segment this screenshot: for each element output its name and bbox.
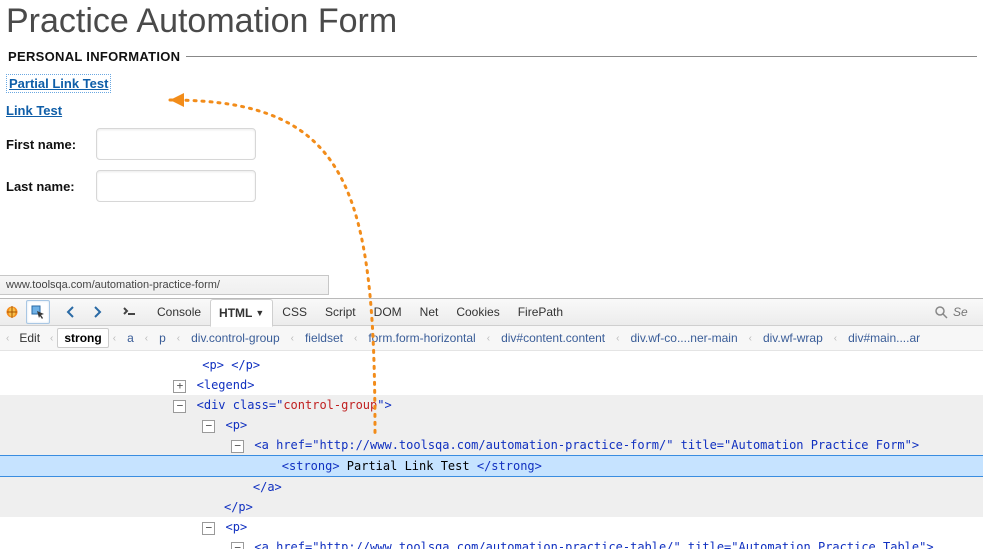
search-icon [935,306,948,319]
breadcrumb-item-a[interactable]: a [120,328,141,348]
tab-cookies[interactable]: Cookies [447,298,508,326]
expand-icon[interactable]: + [173,380,186,393]
legend: PERSONAL INFORMATION [6,49,186,64]
page-title: Practice Automation Form [6,2,977,41]
tab-net[interactable]: Net [411,298,448,326]
breadcrumb-item-main[interactable]: div#main....ar [841,328,927,348]
chevron-left-icon[interactable]: ‹ [6,333,9,344]
dropdown-icon: ▼ [255,308,264,318]
search-input[interactable] [951,304,977,320]
tree-row[interactable]: − <p> [0,415,983,435]
chevron-left-icon: ‹ [487,333,490,344]
link-test-link[interactable]: Link Test [6,103,62,118]
tree-row[interactable]: + <legend> [0,375,983,395]
breadcrumb-item-div-cg[interactable]: div.control-group [184,328,287,348]
chevron-left-icon: ‹ [113,333,116,344]
chevron-left-icon: ‹ [50,333,53,344]
breadcrumb-item-wf-wrap[interactable]: div.wf-wrap [756,328,830,348]
breadcrumb-item-strong[interactable]: strong [57,328,108,348]
breadcrumb-item-form[interactable]: form.form-horizontal [361,328,482,348]
chevron-left-icon: ‹ [354,333,357,344]
last-name-input[interactable] [96,170,256,202]
tree-row[interactable]: − <p> [0,517,983,537]
chevron-left-icon: ‹ [291,333,294,344]
tab-html[interactable]: HTML▼ [210,299,273,327]
breadcrumb-item-p[interactable]: p [152,328,173,348]
tab-dom[interactable]: DOM [365,298,411,326]
first-name-label: First name: [6,137,88,152]
inspect-icon[interactable] [26,300,50,324]
devtools-panel: Console HTML▼ CSS Script DOM Net Cookies… [0,298,983,549]
firebug-icon[interactable] [0,300,24,324]
nav-forward-icon[interactable] [85,300,109,324]
chevron-left-icon: ‹ [177,333,180,344]
console-prompt-icon[interactable] [118,300,142,324]
breadcrumb-item-content[interactable]: div#content.content [494,328,612,348]
tree-row-selected[interactable]: <strong> Partial Link Test </strong> [0,455,983,477]
first-name-input[interactable] [96,128,256,160]
dom-tree[interactable]: <p> </p> + <legend> − <div class="contro… [0,351,983,549]
collapse-icon[interactable]: − [231,440,244,453]
collapse-icon[interactable]: − [202,420,215,433]
chevron-left-icon: ‹ [616,333,619,344]
tree-row[interactable]: − <a href="http://www.toolsqa.com/automa… [0,537,983,549]
personal-info-fieldset: PERSONAL INFORMATION Partial Link Test L… [6,49,977,212]
tab-console[interactable]: Console [148,298,210,326]
tree-row[interactable]: − <div class="control-group"> [0,395,983,415]
tab-css[interactable]: CSS [273,298,316,326]
devtools-toolbar: Console HTML▼ CSS Script DOM Net Cookies… [0,299,983,326]
tree-row[interactable]: </p> [0,497,983,517]
breadcrumb-item-fieldset[interactable]: fieldset [298,328,350,348]
chevron-left-icon: ‹ [749,333,752,344]
tab-script[interactable]: Script [316,298,365,326]
tree-row[interactable]: − <a href="http://www.toolsqa.com/automa… [0,435,983,455]
tab-firepath[interactable]: FirePath [509,298,572,326]
tree-row[interactable]: </a> [0,477,983,497]
devtools-search[interactable] [933,304,979,320]
status-bar-url: www.toolsqa.com/automation-practice-form… [0,275,329,295]
breadcrumb-edit[interactable]: Edit [13,329,46,347]
chevron-left-icon: ‹ [834,333,837,344]
chevron-left-icon: ‹ [145,333,148,344]
breadcrumb: ‹ Edit ‹ strong ‹ a ‹ p ‹ div.control-gr… [0,326,983,351]
breadcrumb-item-wf-main[interactable]: div.wf-co....ner-main [623,328,744,348]
collapse-icon[interactable]: − [231,542,244,549]
tab-html-label: HTML [219,306,252,320]
tree-row[interactable]: <p> </p> [0,355,983,375]
collapse-icon[interactable]: − [202,522,215,535]
partial-link-test-link[interactable]: Partial Link Test [6,74,111,93]
collapse-icon[interactable]: − [173,400,186,413]
last-name-label: Last name: [6,179,88,194]
nav-back-icon[interactable] [59,300,83,324]
